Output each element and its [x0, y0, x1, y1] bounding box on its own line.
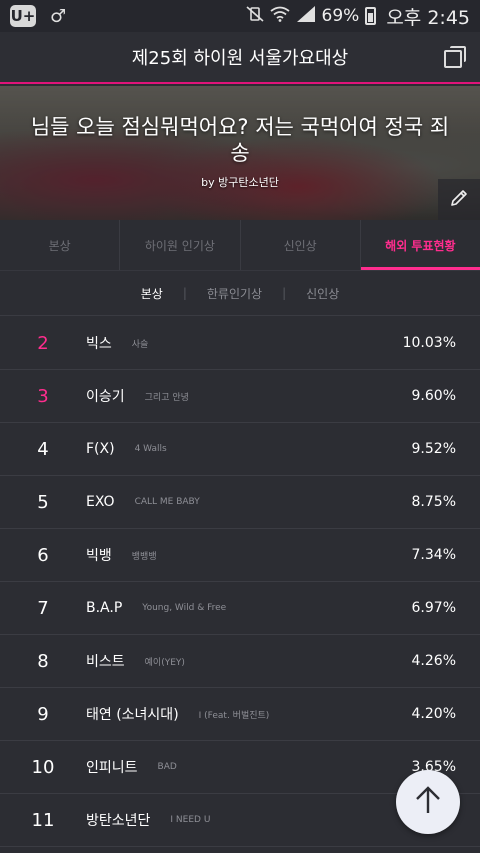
song-title: 4 Walls [134, 444, 167, 454]
ranking-list: 2 빅스 사슬 10.03% 3 이승기 그리고 안녕 9.60% 4 F(X)… [0, 317, 480, 847]
list-item[interactable]: 6 빅뱅 뱅뱅뱅 7.34% [0, 529, 480, 582]
rank-number: 8 [37, 650, 49, 672]
status-bar: U+ ♂ 69% 오후 2:45 [0, 0, 480, 32]
vote-percent: 4.20% [411, 706, 456, 722]
song-title: Young, Wild & Free [142, 603, 227, 613]
subtab-main-award[interactable]: 본상 [141, 285, 163, 302]
song-title: CALL ME BABY [134, 497, 200, 507]
divider: | [182, 286, 187, 300]
carrier-badge: U+ [10, 5, 36, 27]
tab-overseas-vote[interactable]: 해외 투표현황 [360, 220, 480, 270]
song-title: BAD [157, 762, 177, 772]
vote-percent: 4.26% [411, 653, 456, 669]
vote-percent: 6.97% [411, 600, 456, 616]
subtab-rookie-award[interactable]: 신인상 [306, 285, 339, 302]
list-item[interactable]: 5 EXO CALL ME BABY 8.75% [0, 476, 480, 529]
song-title: I (Feat. 버벌진트) [198, 710, 270, 721]
vote-percent: 9.52% [411, 441, 456, 457]
rank-number: 3 [37, 385, 49, 407]
artist-name: EXO [86, 494, 115, 510]
vote-percent: 8.75% [411, 494, 456, 510]
song-title: 뱅뱅뱅 [131, 551, 157, 562]
list-item[interactable]: 7 B.A.P Young, Wild & Free 6.97% [0, 582, 480, 635]
rank-number: 9 [37, 703, 49, 725]
rank-number: 6 [37, 544, 49, 566]
rank-number: 11 [31, 809, 55, 831]
list-item[interactable]: 4 F(X) 4 Walls 9.52% [0, 423, 480, 476]
vibrate-off-icon [246, 6, 264, 26]
rank-number: 10 [31, 756, 55, 778]
artist-name: 인피니트 [86, 760, 138, 776]
song-title: 예이(YEY) [144, 657, 185, 668]
list-item[interactable]: 9 태연 (소녀시대) I (Feat. 버벌진트) 4.20% [0, 688, 480, 741]
clock-time: 오후 2:45 [386, 6, 470, 29]
tab-main-award[interactable]: 본상 [0, 220, 121, 270]
artist-name: 이승기 [86, 389, 125, 405]
artist-name: 비스트 [86, 654, 125, 670]
artist-name: B.A.P [86, 600, 123, 616]
battery-percent: 69% [321, 6, 360, 26]
signal-icon [296, 6, 316, 26]
artist-name: 빅스 [86, 336, 112, 352]
song-title: I NEED U [170, 815, 211, 825]
artist-name: 빅뱅 [86, 548, 112, 564]
battery-charging-icon [365, 7, 377, 25]
divider: | [282, 286, 287, 300]
category-tabs: 본상 하이원 인기상 신인상 해외 투표현황 [0, 220, 480, 270]
message-banner: 님들 오늘 점심뭐먹어요? 저는 국먹어여 정국 죄송 by 방구탄소년단 [0, 86, 480, 220]
pencil-icon [449, 188, 469, 212]
vote-percent: 10.03% [402, 335, 456, 351]
edit-button[interactable] [438, 179, 480, 220]
rank-number: 5 [37, 491, 49, 513]
banner-author: by 방구탄소년단 [201, 176, 279, 189]
app-header: 제25회 하이원 서울가요대상 [0, 32, 480, 84]
sub-category-tabs: 본상 | 한류인기상 | 신인상 [0, 270, 480, 316]
vote-percent: 7.34% [411, 547, 456, 563]
arrow-up-icon [414, 785, 442, 819]
list-item[interactable]: 2 빅스 사슬 10.03% [0, 317, 480, 370]
banner-message: 님들 오늘 점심뭐먹어요? 저는 국먹어여 정국 죄송 [30, 115, 450, 165]
song-title: 사슬 [131, 339, 149, 350]
list-item[interactable]: 3 이승기 그리고 안녕 9.60% [0, 370, 480, 423]
tab-popularity-award[interactable]: 하이원 인기상 [120, 220, 241, 270]
wifi-icon [269, 6, 290, 26]
artist-name: 방탄소년단 [86, 813, 151, 829]
rank-number: 7 [37, 597, 49, 619]
male-symbol-icon: ♂ [50, 5, 67, 27]
artist-name: F(X) [86, 441, 115, 457]
artist-name: 태연 (소녀시대) [86, 707, 179, 723]
subtab-hallyu-award[interactable]: 한류인기상 [207, 285, 262, 302]
song-title: 그리고 안녕 [144, 392, 189, 403]
rank-number: 2 [37, 332, 49, 354]
tab-rookie-award[interactable]: 신인상 [241, 220, 361, 270]
scroll-top-button[interactable] [396, 770, 460, 834]
copy-icon[interactable] [444, 46, 466, 68]
rank-number: 4 [37, 438, 49, 460]
vote-percent: 9.60% [411, 388, 456, 404]
page-title: 제25회 하이원 서울가요대상 [131, 48, 349, 69]
list-item[interactable]: 8 비스트 예이(YEY) 4.26% [0, 635, 480, 688]
